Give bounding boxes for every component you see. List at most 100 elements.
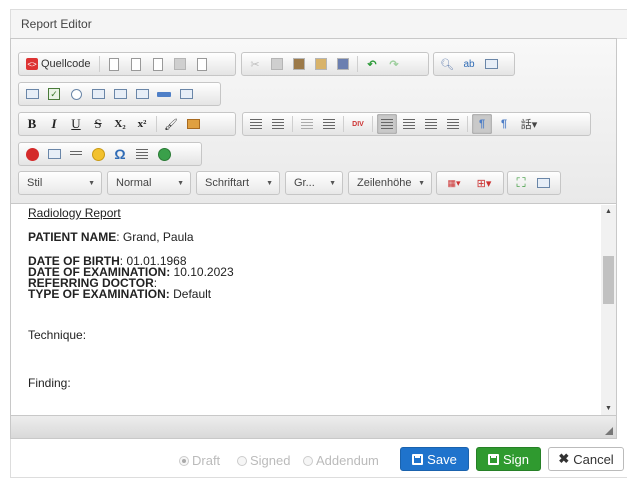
chevron-down-icon: ▼ — [88, 179, 95, 187]
numbered-list-button[interactable] — [246, 114, 266, 134]
templates-button[interactable] — [192, 54, 212, 74]
iframe-button[interactable] — [154, 144, 174, 164]
save-button[interactable]: Save — [400, 447, 469, 471]
print-icon — [173, 58, 186, 70]
show-blocks-button[interactable] — [533, 173, 553, 193]
line-height-dropdown[interactable]: Zeilenhöhe ▼ — [348, 171, 432, 195]
print-button[interactable] — [170, 54, 190, 74]
page-break-button[interactable] — [132, 144, 152, 164]
justify-button[interactable] — [443, 114, 463, 134]
language-icon: 話▾ — [520, 119, 538, 131]
decrease-indent-button[interactable] — [297, 114, 317, 134]
scrollbar-thumb[interactable] — [603, 256, 614, 304]
align-right-button[interactable] — [421, 114, 441, 134]
button-field-button[interactable] — [154, 84, 174, 104]
find-button[interactable]: 🔍︎ — [437, 54, 457, 74]
flash-icon — [25, 147, 39, 161]
increase-indent-button[interactable] — [319, 114, 339, 134]
text-color-button[interactable]: ▦▾ — [440, 173, 468, 193]
smiley-button[interactable] — [88, 144, 108, 164]
replace-button[interactable]: ab — [459, 54, 479, 74]
cut-button[interactable]: ✂ — [245, 54, 265, 74]
maximize-button[interactable]: ⛶ — [511, 173, 531, 193]
table-dropdown-button[interactable]: ⊞▾ — [470, 173, 498, 193]
page-break-icon — [136, 149, 148, 159]
maximize-icon: ⛶ — [516, 175, 526, 190]
editor-scrollbar[interactable]: ▲ ▼ — [601, 205, 616, 415]
scroll-down-icon[interactable]: ▼ — [605, 405, 612, 412]
paste-word-button[interactable] — [333, 54, 353, 74]
underline-icon: U — [71, 116, 81, 131]
radio-icon — [303, 455, 313, 466]
strikethrough-button[interactable]: S — [88, 114, 108, 134]
special-char-button[interactable]: Ω — [110, 144, 130, 164]
scroll-up-icon[interactable]: ▲ — [605, 208, 612, 215]
textarea-icon — [113, 89, 127, 99]
radio-icon — [70, 88, 82, 100]
new-page-button[interactable] — [104, 54, 124, 74]
select-all-button[interactable] — [481, 54, 501, 74]
resize-grip-icon[interactable] — [605, 427, 613, 435]
size-dropdown[interactable]: Gr... ▼ — [285, 171, 343, 195]
paste-text-button[interactable] — [311, 54, 331, 74]
image-button-button[interactable] — [176, 84, 196, 104]
status-draft-radio[interactable]: Draft — [179, 453, 220, 468]
new-page-icon — [108, 57, 119, 71]
bold-button[interactable]: B — [22, 114, 42, 134]
sign-button[interactable]: Sign — [476, 447, 541, 471]
subscript-icon: X₂ — [114, 118, 126, 130]
radio-button-tool[interactable] — [66, 84, 86, 104]
text-field-button[interactable] — [88, 84, 108, 104]
preview-button[interactable] — [148, 54, 168, 74]
font-dropdown[interactable]: Schriftart ▼ — [196, 171, 280, 195]
table-insert-button[interactable] — [44, 144, 64, 164]
export-pdf-button[interactable] — [126, 54, 146, 74]
paste-button[interactable] — [289, 54, 309, 74]
select-field-button[interactable] — [132, 84, 152, 104]
subscript-button[interactable]: X₂ — [110, 114, 130, 134]
color-toolbar-group: ▦▾ ⊞▾ — [436, 171, 504, 195]
format-dropdown[interactable]: Normal ▼ — [107, 171, 191, 195]
create-div-button[interactable]: DIV — [348, 114, 368, 134]
status-addendum-label: Addendum — [316, 453, 379, 468]
form-button[interactable] — [22, 84, 42, 104]
cancel-button-label: Cancel — [573, 451, 614, 467]
clipboard-toolbar-group: ✂ ↶ ↷ — [241, 52, 429, 76]
horizontal-line-button[interactable] — [66, 144, 86, 164]
magnifier-icon: 🔍︎ — [440, 58, 454, 71]
indent-icon — [323, 119, 335, 129]
language-button[interactable]: 話▾ — [516, 114, 542, 134]
align-left-button[interactable] — [377, 114, 397, 134]
copy-formatting-button[interactable]: 🖌︎ — [161, 114, 181, 134]
superscript-button[interactable]: x² — [132, 114, 152, 134]
status-signed-radio[interactable]: Signed — [237, 453, 290, 468]
justify-icon — [447, 119, 459, 129]
line-height-dropdown-value: Zeilenhöhe — [357, 177, 412, 189]
style-dropdown[interactable]: Stil ▼ — [18, 171, 102, 195]
show-blocks-icon — [536, 178, 550, 188]
source-button[interactable]: <> Quellcode — [22, 54, 95, 74]
align-center-button[interactable] — [399, 114, 419, 134]
templates-icon — [196, 57, 207, 71]
radio-selected-icon — [179, 455, 189, 466]
italic-button[interactable]: I — [44, 114, 64, 134]
doe-value: 10.10.2023 — [170, 265, 234, 279]
editor-content-area[interactable]: Radiology Report PATIENT NAME: Grand, Pa… — [11, 205, 601, 415]
remove-format-button[interactable] — [183, 114, 203, 134]
textarea-button[interactable] — [110, 84, 130, 104]
copy-button[interactable] — [267, 54, 287, 74]
remove-format-icon — [186, 119, 200, 129]
underline-button[interactable]: U — [66, 114, 86, 134]
ltr-button[interactable]: ¶ — [472, 114, 492, 134]
rtl-icon: ¶ — [500, 118, 508, 130]
status-addendum-radio[interactable]: Addendum — [303, 453, 379, 468]
cancel-button[interactable]: ✖ Cancel — [548, 447, 624, 471]
view-toolbar-group: ⛶ — [507, 171, 561, 195]
bulleted-list-button[interactable] — [268, 114, 288, 134]
undo-button[interactable]: ↶ — [362, 54, 382, 74]
redo-button[interactable]: ↷ — [384, 54, 404, 74]
basic-styles-toolbar-group: B I U S X₂ x² 🖌︎ — [18, 112, 236, 136]
checkbox-button[interactable]: ✓ — [44, 84, 64, 104]
rtl-button[interactable]: ¶ — [494, 114, 514, 134]
flash-button[interactable] — [22, 144, 42, 164]
